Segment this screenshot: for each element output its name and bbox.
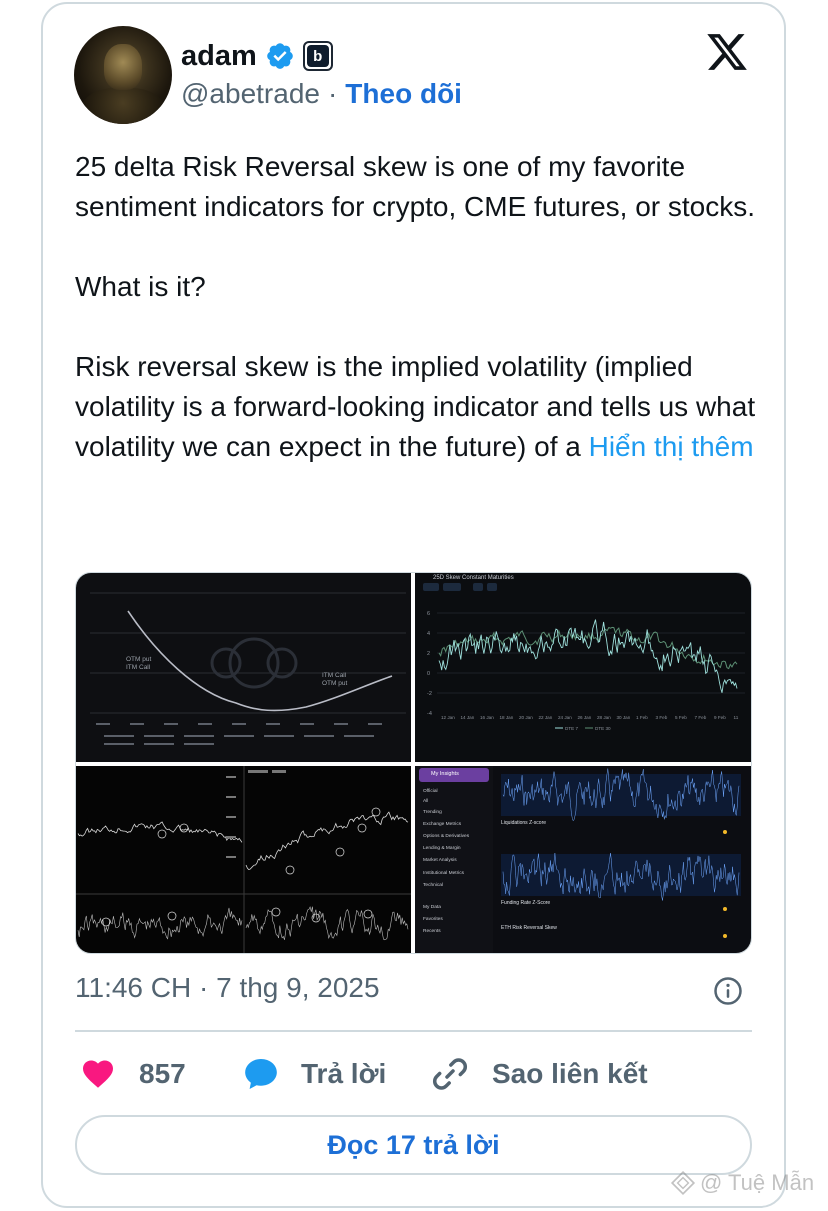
handle-separator: · bbox=[327, 78, 338, 109]
dashboard-menu-item: All bbox=[423, 798, 428, 804]
heart-icon bbox=[83, 1060, 113, 1088]
x-tick-label: 20 Jan bbox=[519, 715, 533, 720]
media-grid[interactable]: OTM put ITM Call ITM Call OTM put 25D Sk… bbox=[75, 572, 752, 954]
watermark: @ Tuệ Mẫn bbox=[670, 1170, 814, 1196]
action-bar: 857 Trả lời Sao liên kết bbox=[75, 1052, 755, 1096]
link-icon bbox=[433, 1058, 467, 1090]
tweet-timestamp[interactable]: 11:46 CH · 7 thg 9, 2025 bbox=[75, 972, 380, 1004]
x-tick-label: 28 Jan bbox=[597, 715, 611, 720]
reply-label: Trả lời bbox=[301, 1058, 387, 1089]
media-image-constant-maturity-skew[interactable]: 25D Skew Constant Maturities 6 4 2 0 -2 -4 12… bbox=[415, 573, 751, 762]
dashboard-menu-item: Technical bbox=[423, 882, 443, 888]
dashboard-menu-item: Favorites bbox=[423, 916, 443, 922]
skew-smile-chart: OTM put ITM Call ITM Call OTM put bbox=[90, 592, 406, 745]
x-tick-label: 12 Jan bbox=[441, 715, 455, 720]
dashboard-menu-item: My Data bbox=[423, 904, 441, 910]
author-handle[interactable]: @abetrade bbox=[181, 78, 320, 110]
dashboard-menu-item: Recents bbox=[423, 928, 441, 934]
legend-dte30: DTE 30 bbox=[595, 726, 611, 731]
otm-put-left-label: OTM put bbox=[126, 656, 151, 663]
media-image-trading-chart[interactable] bbox=[76, 766, 411, 953]
y-tick-label: 0 bbox=[427, 671, 430, 677]
dashboard-menu-item: Lending & Margin bbox=[423, 845, 461, 851]
itm-call-right-label: ITM Call bbox=[322, 672, 347, 679]
x-tick-label: 5 Feb bbox=[675, 715, 687, 720]
dashboard-menu-item: Official bbox=[423, 788, 438, 794]
copy-link-label: Sao liên kết bbox=[492, 1058, 648, 1089]
verified-badge-icon bbox=[266, 43, 293, 69]
like-button[interactable]: 857 bbox=[79, 1052, 186, 1096]
x-tick-label: 3 Feb bbox=[656, 715, 668, 720]
x-tick-label: 22 Jan bbox=[539, 715, 553, 720]
avatar[interactable] bbox=[74, 26, 172, 124]
x-tick-label: 1 Feb bbox=[636, 715, 648, 720]
tweet-paragraph-1: 25 delta Risk Reversal skew is one of my… bbox=[75, 151, 756, 222]
x-tick-label: 16 Jan bbox=[480, 715, 494, 720]
dashboard-menu-item: Institutional Metrics bbox=[423, 870, 465, 876]
dashboard-brand: My Insights bbox=[431, 771, 459, 777]
x-tick-label: 14 Jan bbox=[461, 715, 475, 720]
x-tick-label: 9 Feb bbox=[714, 715, 726, 720]
x-tick-label: 26 Jan bbox=[578, 715, 592, 720]
author-name[interactable]: adam bbox=[181, 40, 257, 73]
analytics-dashboard: My Insights Official All Trending Exchange … bbox=[415, 766, 741, 953]
dashboard-menu-item: Trending bbox=[423, 809, 442, 815]
media-image-analytics-dashboard[interactable]: My Insights Official All Trending Exchange … bbox=[415, 766, 751, 953]
dashboard-card-title: ETH Risk Reversal Skew bbox=[501, 925, 557, 931]
affiliate-badge-letter: b bbox=[306, 45, 329, 67]
x-tick-label: 30 Jan bbox=[617, 715, 631, 720]
watermark-diamond-icon bbox=[670, 1170, 696, 1196]
y-tick-label: 4 bbox=[427, 631, 430, 637]
y-tick-label: 6 bbox=[427, 611, 430, 617]
y-tick-label: -2 bbox=[427, 691, 432, 697]
y-tick-label: 2 bbox=[427, 651, 430, 657]
constant-maturity-chart: 25D Skew Constant Maturities 6 4 2 0 -2 -4 12… bbox=[423, 575, 745, 731]
x-tick-label: 24 Jan bbox=[558, 715, 572, 720]
reply-button[interactable]: Trả lời bbox=[241, 1052, 386, 1096]
dashboard-card-title: Liquidations Z-score bbox=[501, 820, 546, 826]
divider bbox=[75, 1030, 752, 1032]
itm-call-left-label: ITM Call bbox=[126, 664, 151, 671]
like-count: 857 bbox=[139, 1058, 186, 1089]
author-name-row: adam b bbox=[181, 36, 333, 76]
read-replies-button[interactable]: Đọc 17 trả lời bbox=[75, 1115, 752, 1175]
media-image-skew-smile[interactable]: OTM put ITM Call ITM Call OTM put bbox=[76, 573, 411, 762]
x-tick-label: 11 bbox=[734, 715, 739, 720]
info-icon[interactable] bbox=[713, 976, 743, 1006]
avatar-shoulders bbox=[82, 88, 164, 124]
y-tick-label: -4 bbox=[427, 711, 432, 717]
chart-title: 25D Skew Constant Maturities bbox=[433, 575, 514, 581]
dashboard-menu-item: Market Analysis bbox=[423, 857, 457, 863]
dashboard-menu-item: Options & Derivatives bbox=[423, 833, 470, 839]
dashboard-card-title: Funding Rate Z-Score bbox=[501, 900, 550, 906]
reply-bubble-icon bbox=[245, 1058, 277, 1090]
trading-chart bbox=[76, 766, 411, 953]
author-handle-row: @abetrade · Theo dõi bbox=[181, 78, 462, 110]
affiliate-badge-icon[interactable]: b bbox=[302, 41, 333, 71]
copy-link-button[interactable]: Sao liên kết bbox=[430, 1052, 648, 1096]
dashboard-menu-item: Exchange Metrics bbox=[423, 821, 462, 827]
legend-dte7: DTE 7 bbox=[565, 726, 578, 731]
avatar-face bbox=[104, 44, 142, 90]
follow-button[interactable]: Theo dõi bbox=[345, 78, 462, 110]
tweet-paragraph-3: Risk reversal skew is the implied volati… bbox=[75, 347, 765, 467]
x-logo-icon[interactable] bbox=[704, 30, 750, 74]
show-more-link[interactable]: Hiển thị thêm bbox=[589, 431, 754, 462]
otm-put-right-label: OTM put bbox=[322, 680, 347, 687]
tweet-paragraph-2: What is it? bbox=[75, 271, 206, 302]
x-tick-label: 7 Feb bbox=[695, 715, 707, 720]
x-tick-label: 18 Jan bbox=[500, 715, 514, 720]
watermark-text: @ Tuệ Mẫn bbox=[700, 1170, 815, 1195]
tweet-text: 25 delta Risk Reversal skew is one of my… bbox=[75, 147, 765, 467]
